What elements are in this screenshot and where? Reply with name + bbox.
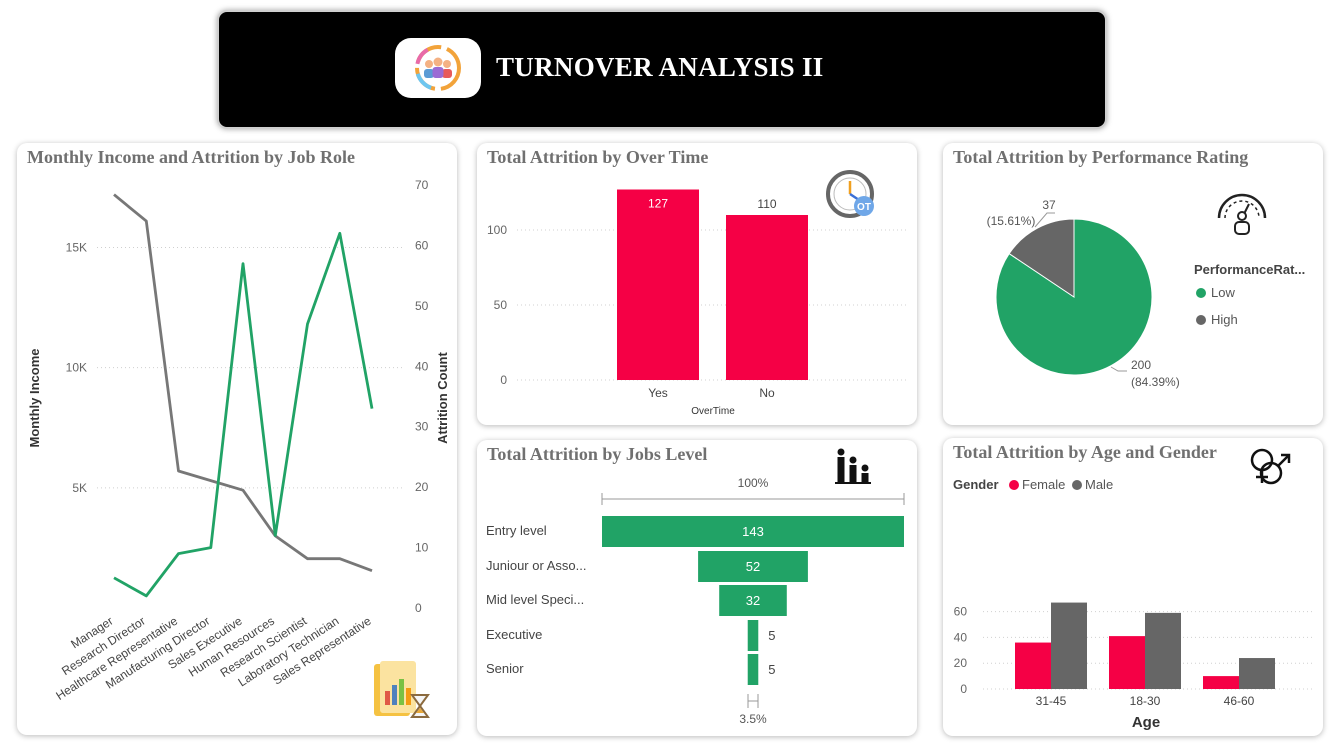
- report-hourglass-icon: [374, 661, 430, 718]
- data-label: 37: [1042, 198, 1056, 212]
- performance-pie-chart: 200 (84.39%) 37 (15.61%) PerformanceRat... Lo…: [987, 198, 1306, 389]
- data-label: 127: [648, 197, 668, 211]
- bottom-percent-label: 3.5%: [739, 712, 767, 726]
- data-label: (15.61%): [987, 214, 1036, 228]
- bar-yes: [617, 189, 699, 380]
- bar-female: [1203, 676, 1239, 689]
- y-axis-title: Monthly Income: [27, 349, 42, 448]
- legend-title: PerformanceRat...: [1194, 262, 1305, 277]
- legend-swatch: [1196, 315, 1206, 325]
- right-axis-tick: 20: [415, 480, 429, 494]
- bar-no: [726, 215, 808, 380]
- bar-male: [1051, 602, 1087, 689]
- jobs-level-panel: Total Attrition by Jobs Level 100% Entry …: [477, 440, 917, 736]
- data-label: 143: [742, 524, 764, 539]
- legend-label: Low: [1211, 285, 1235, 300]
- age-gender-panel: Total Attrition by Age and Gender Gender…: [943, 438, 1323, 736]
- y-axis-tick: 0: [500, 373, 507, 387]
- legend-label: High: [1211, 312, 1238, 327]
- performance-panel: Total Attrition by Performance Rating 20…: [943, 143, 1323, 425]
- left-axis-tick: 15K: [66, 240, 87, 254]
- page-title: TURNOVER ANALYSIS II: [496, 52, 824, 82]
- x-axis-tick: No: [759, 386, 775, 400]
- funnel-bar: [747, 654, 759, 685]
- legend-swatch: [1072, 480, 1082, 490]
- left-axis-tick: 5K: [72, 481, 87, 495]
- data-label: (84.39%): [1131, 375, 1180, 389]
- overtime-clock-icon: OT: [826, 170, 874, 218]
- right-axis-tick: 50: [415, 299, 429, 313]
- funnel-category: Mid level Speci...: [486, 592, 584, 607]
- x-axis-tick: Yes: [648, 386, 668, 400]
- funnel-category: Senior: [486, 661, 524, 676]
- funnel-category: Juniour or Asso...: [486, 558, 586, 573]
- data-label: 200: [1131, 358, 1151, 372]
- x-axis-title: Age: [1132, 714, 1160, 731]
- data-label: 5: [768, 662, 775, 677]
- top-percent-label: 100%: [738, 476, 769, 490]
- y-axis-tick: 0: [960, 682, 967, 696]
- x-axis-tick: 18-30: [1130, 694, 1161, 708]
- data-label: 110: [757, 197, 776, 211]
- data-label: 32: [746, 593, 760, 608]
- x-axis-title: OverTime: [691, 406, 735, 417]
- y-axis-tick: 100: [487, 223, 507, 237]
- series-line-attrition-count: [113, 231, 374, 598]
- leader-line: [1110, 366, 1127, 372]
- bar-male: [1145, 612, 1181, 689]
- hierarchy-people-icon: [835, 448, 871, 484]
- legend-label: Female: [1022, 477, 1065, 492]
- performance-gauge-icon: [1217, 193, 1267, 235]
- funnel-category: Entry level: [486, 523, 547, 538]
- legend-swatch: [1196, 288, 1206, 298]
- team-turnover-icon: [395, 38, 481, 98]
- gender-symbol-icon: [1250, 448, 1291, 485]
- right-axis-tick: 0: [415, 601, 422, 615]
- y-axis-tick: 20: [954, 656, 968, 670]
- right-axis-tick: 10: [415, 541, 429, 555]
- svg-text:OT: OT: [857, 202, 871, 213]
- funnel-category: Executive: [486, 627, 542, 642]
- jobs-level-funnel-chart: 100% Entry level 143 Juniour or Asso... 52 Mi…: [486, 476, 905, 726]
- y-axis-tick: 60: [954, 605, 968, 619]
- x-axis-tick: 31-45: [1036, 694, 1067, 708]
- funnel-bar: [747, 620, 759, 651]
- bar-female: [1015, 642, 1051, 689]
- bar-male: [1239, 658, 1275, 689]
- data-label: 52: [746, 559, 760, 574]
- x-axis-tick: 46-60: [1224, 694, 1255, 708]
- right-axis-tick: 70: [415, 178, 429, 192]
- legend-title: Gender: [953, 477, 999, 492]
- overtime-panel: Total Attrition by Over Time 0 50 100 127 Ye…: [477, 143, 917, 425]
- left-axis-tick: 10K: [66, 361, 87, 375]
- legend-swatch: [1009, 480, 1019, 490]
- y2-axis-title: Attrition Count: [435, 351, 450, 443]
- right-axis-tick: 30: [415, 420, 429, 434]
- right-axis-tick: 40: [415, 359, 429, 373]
- income-attrition-line-chart: 0 10 20 30 40 50 60 70 5K 10K 15K Monthly Income Att…: [27, 178, 450, 703]
- bar-female: [1109, 636, 1145, 689]
- data-label: 5: [768, 628, 775, 643]
- legend-label: Male: [1085, 477, 1113, 492]
- y-axis-tick: 50: [494, 298, 508, 312]
- right-axis-tick: 60: [415, 238, 429, 252]
- income-panel: Monthly Income and Attrition by Job Role…: [17, 143, 457, 735]
- title-banner: TURNOVER ANALYSIS II: [217, 10, 1107, 129]
- y-axis-tick: 40: [954, 630, 968, 644]
